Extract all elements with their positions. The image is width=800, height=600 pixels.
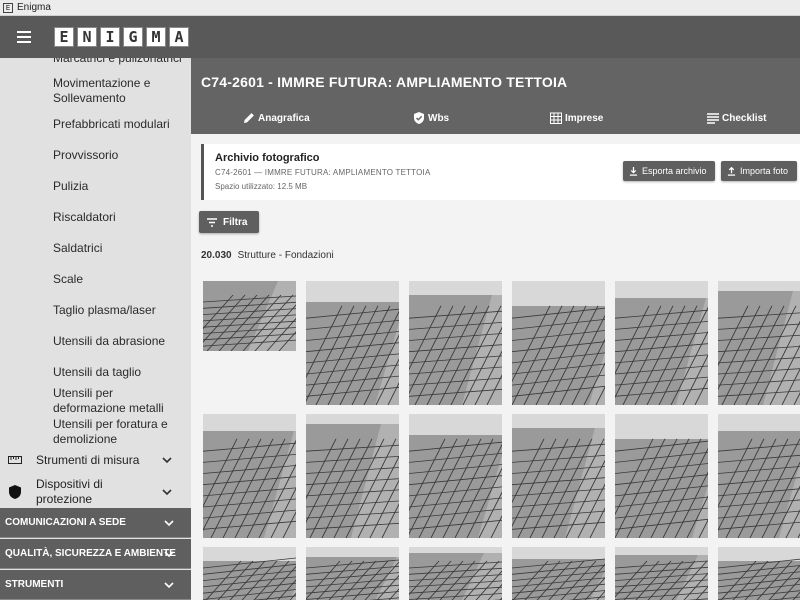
tab-label: Imprese — [565, 112, 604, 124]
sidebar-item-taglio-plasma[interactable]: Taglio plasma/laser — [0, 298, 156, 322]
sidebar-item-provvissorio[interactable]: Provvissorio — [0, 143, 118, 167]
sidebar-item-riscaldatori[interactable]: Riscaldatori — [0, 205, 116, 229]
sidebar-section-comunicazioni[interactable]: COMUNICAZIONI A SEDE — [0, 508, 191, 538]
logo-letter: M — [146, 27, 166, 47]
photo-thumbnail[interactable] — [718, 547, 800, 600]
photo-thumbnail[interactable] — [512, 414, 605, 538]
project-header: C74-2601 - IMMRE FUTURA: AMPLIAMENTO TET… — [191, 58, 800, 134]
hamburger-icon — [17, 31, 31, 43]
photo-thumbnail[interactable] — [615, 281, 708, 405]
photo-thumbnail[interactable] — [203, 281, 296, 351]
sidebar-item-pulizia[interactable]: Pulizia — [0, 174, 88, 198]
photo-thumbnail[interactable] — [718, 414, 800, 538]
tab-label: Wbs — [428, 112, 450, 124]
logo-letter: G — [123, 27, 143, 47]
tab-wbs[interactable]: Wbs — [413, 108, 449, 128]
download-icon — [629, 166, 638, 176]
sidebar-section-qualita[interactable]: QUALITÀ, SICUREZZA E AMBIENTE — [0, 539, 191, 569]
page-title: C74-2601 - IMMRE FUTURA: AMPLIAMENTO TET… — [201, 74, 568, 90]
photo-thumbnail[interactable] — [615, 547, 708, 600]
photo-thumbnail[interactable] — [718, 281, 800, 405]
menu-button[interactable] — [0, 16, 48, 58]
list-icon — [707, 113, 719, 124]
sidebar-item-movimentazione[interactable]: Movimentazione e Sollevamento — [0, 74, 170, 108]
chevron-down-icon — [164, 551, 174, 558]
sidebar-item-saldatrici[interactable]: Saldatrici — [0, 236, 102, 260]
enigma-logo: E N I G M A — [54, 27, 189, 47]
photo-thumbnail[interactable] — [409, 547, 502, 600]
sidebar-item-foratura[interactable]: Utensili per foratura e demolizione — [0, 415, 170, 449]
project-tabs: Anagrafica Wbs Imprese Checklist — [191, 108, 800, 128]
import-photo-button[interactable]: Importa foto — [721, 161, 797, 181]
sidebar: Marcatrici e pulizonatrici Movimentazion… — [0, 58, 191, 600]
sidebar-group-label: Dispositivi di protezione — [36, 477, 103, 506]
app-icon: E — [3, 2, 13, 13]
chevron-down-icon — [162, 457, 172, 464]
shield-check-icon — [414, 112, 424, 124]
sidebar-item-scale[interactable]: Scale — [0, 267, 83, 291]
sidebar-section-label: STRUMENTI — [5, 579, 64, 590]
sidebar-group-label: Strumenti di misura — [36, 453, 140, 467]
breadcrumb-label: Strutture - Fondazioni — [237, 250, 334, 261]
sidebar-item-taglio[interactable]: Utensili da taglio — [0, 360, 141, 384]
sidebar-section-label: QUALITÀ, SICUREZZA E AMBIENTE — [5, 548, 176, 559]
breadcrumb: 20.030 Strutture - Fondazioni — [201, 250, 334, 261]
logo-letter: N — [77, 27, 97, 47]
photo-thumbnail[interactable] — [409, 414, 502, 538]
pencil-icon — [244, 113, 254, 123]
main-content: C74-2601 - IMMRE FUTURA: AMPLIAMENTO TET… — [191, 58, 800, 600]
archive-title: Archivio fotografico — [215, 152, 320, 164]
button-label: Esporta archivio — [642, 166, 707, 176]
filter-icon — [207, 217, 217, 227]
button-label: Filtra — [223, 216, 248, 228]
photo-thumbnail[interactable] — [306, 414, 399, 538]
top-app-bar: E N I G M A — [0, 16, 800, 58]
chevron-down-icon — [164, 520, 174, 527]
building-icon — [550, 112, 562, 124]
chevron-down-icon — [164, 582, 174, 589]
upload-icon — [727, 166, 736, 176]
sidebar-item-marcatrici[interactable]: Marcatrici e pulizonatrici — [0, 58, 182, 70]
sidebar-section-strumenti[interactable]: STRUMENTI — [0, 570, 191, 600]
tab-checklist[interactable]: Checklist — [707, 108, 766, 128]
archive-subtitle: C74-2601 — IMMRE FUTURA: AMPLIAMENTO TET… — [215, 168, 431, 177]
window-title: Enigma — [17, 2, 51, 13]
breadcrumb-code: 20.030 — [201, 250, 232, 261]
sidebar-item-prefabbricati[interactable]: Prefabbricati modulari — [0, 112, 170, 136]
photo-thumbnail[interactable] — [512, 281, 605, 405]
button-label: Importa foto — [740, 166, 789, 176]
sidebar-group-strumenti-misura[interactable]: Strumenti di misura — [0, 448, 191, 472]
photo-thumbnail[interactable] — [306, 281, 399, 405]
photo-thumbnail[interactable] — [203, 414, 296, 538]
shield-icon — [0, 485, 30, 499]
export-archive-button[interactable]: Esporta archivio — [623, 161, 715, 181]
tab-imprese[interactable]: Imprese — [550, 108, 603, 128]
sidebar-item-deformazione[interactable]: Utensili per deformazione metalli — [0, 384, 185, 418]
logo-letter: A — [169, 27, 189, 47]
photo-thumbnail[interactable] — [203, 547, 296, 600]
tab-anagrafica[interactable]: Anagrafica — [243, 108, 310, 128]
photo-thumbnail[interactable] — [306, 547, 399, 600]
sidebar-group-dispositivi[interactable]: Dispositivi di protezione — [0, 476, 191, 508]
sidebar-section-label: COMUNICAZIONI A SEDE — [5, 517, 126, 528]
sidebar-item-abrasione[interactable]: Utensili da abrasione — [0, 329, 165, 353]
photo-thumbnail[interactable] — [409, 281, 502, 405]
archive-space-used: Spazio utilizzato: 12.5 MB — [215, 182, 308, 191]
tab-label: Checklist — [722, 112, 767, 124]
logo-letter: E — [54, 27, 74, 47]
window-titlebar: E Enigma — [0, 0, 800, 16]
photo-thumbnail[interactable] — [512, 547, 605, 600]
tab-label: Anagrafica — [258, 112, 310, 124]
chevron-down-icon — [162, 489, 172, 496]
ruler-icon — [0, 456, 30, 464]
logo-letter: I — [100, 27, 120, 47]
archive-card: Archivio fotografico C74-2601 — IMMRE FU… — [201, 144, 800, 200]
filter-button[interactable]: Filtra — [199, 211, 259, 233]
photo-thumbnail[interactable] — [615, 414, 708, 538]
